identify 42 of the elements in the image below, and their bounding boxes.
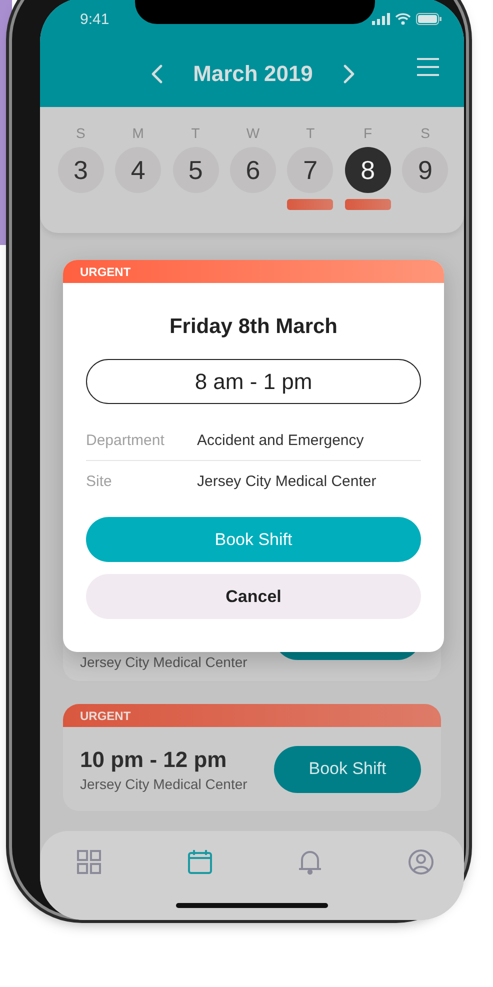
weekday-label: S — [76, 125, 86, 141]
detail-label: Department — [86, 432, 166, 448]
date-button[interactable]: 4 — [115, 147, 162, 193]
urgent-banner: URGENT — [63, 704, 441, 727]
chevron-left-icon — [151, 64, 164, 84]
detail-value: Jersey City Medical Center — [197, 472, 376, 490]
site-name: Jersey City Medical Center — [80, 776, 248, 792]
detail-value: Accident and Emergency — [197, 432, 364, 448]
weekday-label: M — [132, 125, 144, 141]
shift-time: 10 pm - 12 pm — [80, 746, 228, 772]
profile-icon[interactable] — [408, 849, 434, 875]
cancel-button[interactable]: Cancel — [86, 574, 421, 619]
menu-icon — [416, 57, 440, 77]
bell-icon[interactable] — [297, 849, 324, 875]
date-button[interactable]: 9 — [402, 147, 448, 193]
weekday-label: F — [364, 125, 372, 141]
weekday-label: T — [191, 125, 200, 141]
date-button[interactable]: 5 — [172, 147, 219, 193]
date-button[interactable]: 6 — [230, 147, 276, 193]
weekday-label: W — [246, 125, 260, 141]
calendar-icon[interactable] — [186, 849, 213, 875]
wifi-icon — [395, 13, 411, 25]
status-time: 9:41 — [80, 10, 110, 28]
detail-label: Site — [86, 472, 113, 490]
date-button[interactable]: 3 — [58, 147, 104, 193]
menu-button[interactable] — [416, 57, 440, 77]
chevron-right-icon — [342, 64, 355, 84]
shift-time: 8 am - 1 pm — [86, 359, 421, 404]
date-button[interactable]: 7 — [287, 147, 334, 193]
dialog-title: Friday 8th March — [168, 315, 339, 339]
book-shift-button[interactable]: Book Shift — [274, 746, 421, 792]
date-button[interactable]: 8 — [344, 147, 391, 193]
next-month-button[interactable] — [342, 64, 355, 84]
weekday-label: S — [420, 125, 430, 141]
weekday-label: T — [306, 125, 315, 141]
battery-icon — [416, 13, 442, 25]
signal-icon — [372, 13, 390, 25]
site-name: Jersey City Medical Center — [80, 654, 248, 670]
month-title: March 2019 — [193, 60, 313, 86]
urgent-banner: URGENT — [63, 260, 444, 283]
grid-icon[interactable] — [76, 849, 102, 875]
previous-month-button[interactable] — [151, 64, 164, 84]
